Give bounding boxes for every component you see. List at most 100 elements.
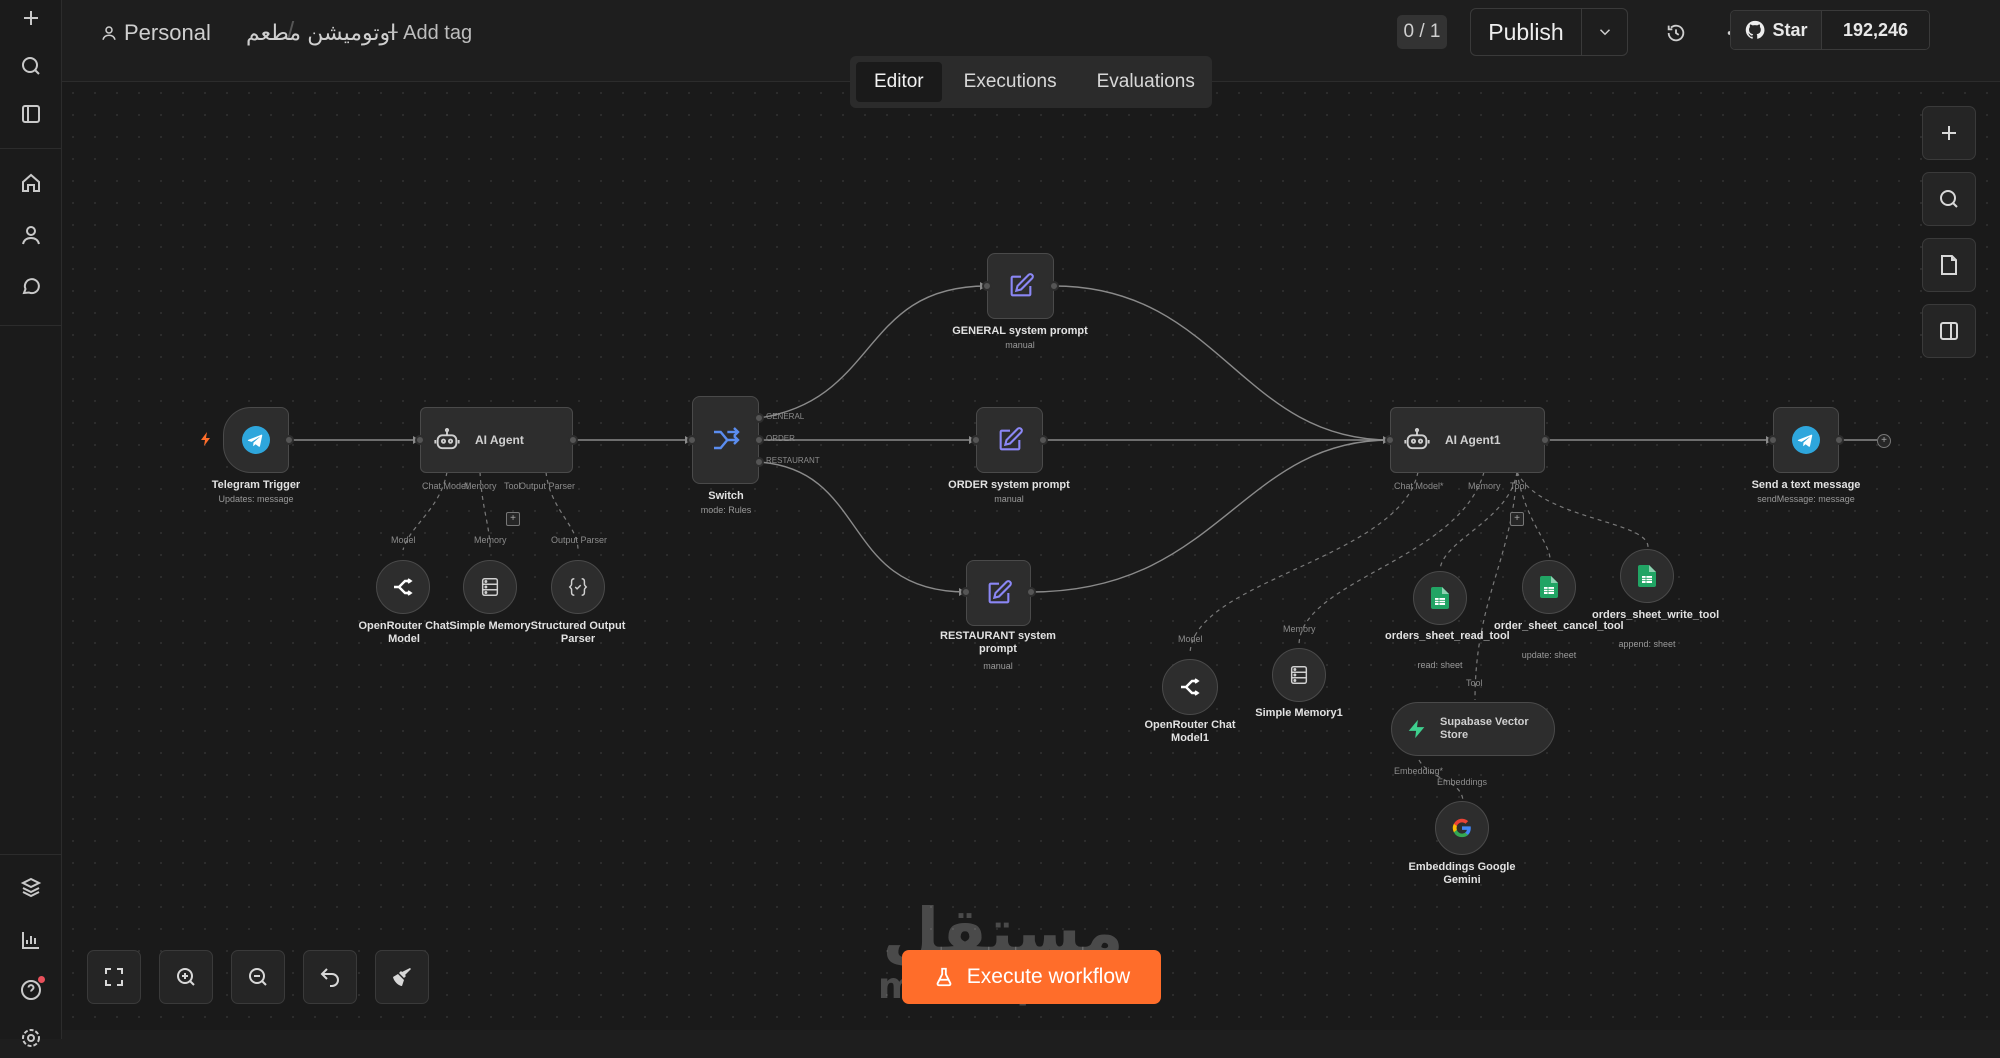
publish-button[interactable]: Publish [1471,9,1582,55]
ai-agent1-node[interactable]: AI Agent1 [1390,407,1545,473]
workflow-canvas[interactable] [62,82,2000,1030]
input-handle[interactable] [1385,435,1395,445]
port-label: GENERAL [766,412,805,421]
output-handle[interactable] [754,413,764,423]
workflow-name[interactable]: اوتوميشن مطعم [246,18,396,48]
switch-icon [713,427,740,450]
port-label: Model [1178,634,1203,644]
user-icon[interactable] [11,215,51,255]
telegram-icon [242,426,270,454]
port-label: Chat Model* [1394,481,1444,491]
toggle-panel-button[interactable] [1922,304,1976,358]
port-label: Embedding* [1394,766,1444,776]
zoom-out-button[interactable] [231,950,285,1004]
home-icon[interactable] [11,163,51,203]
add-tool-button[interactable]: + [1510,512,1524,526]
output-handle[interactable] [1049,281,1059,291]
node-subtitle: manual [983,661,1013,671]
add-tool-button[interactable]: + [506,512,520,526]
search-icon[interactable] [11,46,51,86]
panel-icon[interactable] [11,94,51,134]
chat-icon[interactable] [11,266,51,306]
tab-executions[interactable]: Executions [946,62,1075,102]
templates-icon[interactable] [11,868,51,908]
embeddings-google-gemini-node[interactable] [1435,801,1489,855]
help-icon[interactable] [11,970,51,1010]
edit-icon [1010,273,1034,297]
output-handle[interactable] [1038,435,1048,445]
telegram-trigger-node[interactable] [223,407,289,473]
github-star-label: Star [1772,19,1808,40]
tidy-up-button[interactable] [375,950,429,1004]
input-handle[interactable] [415,435,425,445]
insights-icon[interactable] [11,920,51,960]
orders-sheet-write-tool-node[interactable] [1620,549,1674,603]
port-label: Output Parser [519,481,576,491]
undo-button[interactable] [303,950,357,1004]
output-handle[interactable] [1540,435,1550,445]
search-nodes-button[interactable] [1922,172,1976,226]
add-node-button[interactable]: + [1877,434,1891,448]
supabase-icon [1408,719,1425,739]
github-star[interactable]: Star [1731,11,1822,49]
output-handle[interactable] [1026,587,1036,597]
input-handle[interactable] [982,281,992,291]
port-label: Memory [1468,481,1501,491]
tab-editor[interactable]: Editor [856,62,942,102]
github-star-button[interactable]: Star 192,246 [1730,10,1930,50]
robot-icon [1404,427,1430,450]
zoom-in-icon [177,968,195,986]
node-subtitle: mode: Rules [700,505,752,515]
node-title: Embeddings Google Gemini [1408,861,1516,886]
google-icon [1452,818,1471,838]
node-title: GENERAL system prompt [952,325,1088,337]
input-handle[interactable] [971,435,981,445]
node-title: RESTAURANT system prompt [940,630,1056,655]
restaurant-system-prompt-node[interactable] [966,560,1031,626]
robot-icon [434,427,460,450]
edit-icon [999,427,1023,451]
input-handle[interactable] [1768,435,1778,445]
publish-dropdown-button[interactable] [1582,9,1627,55]
node-title: orders_sheet_read_tool [1385,630,1510,642]
simple-memory1-node[interactable] [1272,648,1326,702]
workspace-breadcrumb[interactable]: Personal [100,18,211,48]
node-title: ORDER system prompt [948,479,1070,491]
tab-evaluations[interactable]: Evaluations [1079,62,1213,102]
plus-icon[interactable] [11,0,51,38]
simple-memory-node[interactable] [463,560,517,614]
github-icon [1746,20,1765,39]
ai-agent-node[interactable]: AI Agent [420,407,573,473]
add-tag-button[interactable]: + Add tag [387,18,472,48]
order-system-prompt-node[interactable] [976,407,1043,473]
add-node-panel-button[interactable] [1922,106,1976,160]
input-handle[interactable] [961,587,971,597]
structured-output-parser-node[interactable] [551,560,605,614]
telegram-icon [1792,426,1820,454]
database-icon [481,578,499,596]
sticky-note-button[interactable] [1922,238,1976,292]
openrouter-chat-model1-node[interactable] [1162,659,1218,715]
port-label: Embeddings [1437,777,1488,787]
execute-workflow-button[interactable]: Execute workflow [902,950,1161,1004]
output-handle[interactable] [568,435,578,445]
general-system-prompt-node[interactable] [987,253,1054,319]
output-handle[interactable] [284,435,294,445]
order-sheet-cancel-tool-node[interactable] [1522,560,1576,614]
openrouter-chat-model-node[interactable] [376,560,430,614]
history-icon[interactable] [1659,16,1693,50]
send-text-message-node[interactable] [1773,407,1839,473]
fit-view-button[interactable] [87,950,141,1004]
orders-sheet-read-tool-node[interactable] [1413,571,1467,625]
output-handle[interactable] [1834,435,1844,445]
output-handle[interactable] [754,457,764,467]
zoom-in-button[interactable] [159,950,213,1004]
output-handle[interactable] [754,435,764,445]
switch-node[interactable] [692,396,759,484]
node-title: AI Agent1 [1445,433,1501,447]
input-handle[interactable] [687,435,697,445]
settings-icon[interactable] [11,1018,51,1058]
supabase-vector-store-node[interactable]: Supabase Vector Store [1391,702,1555,756]
github-star-count[interactable]: 192,246 [1822,11,1929,49]
node-title: Simple Memory1 [1255,707,1343,719]
